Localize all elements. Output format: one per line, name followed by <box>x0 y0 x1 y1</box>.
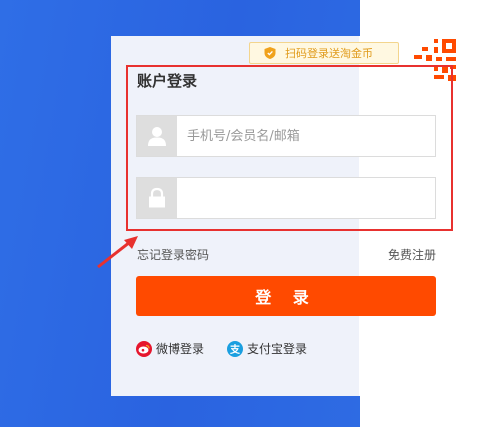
password-field[interactable] <box>136 177 436 219</box>
lock-icon <box>137 178 177 218</box>
qr-code-toggle-icon[interactable] <box>412 37 458 83</box>
alipay-login-link[interactable]: 支 支付宝登录 <box>227 340 307 357</box>
forgot-password-link[interactable]: 忘记登录密码 <box>137 246 209 263</box>
weibo-login-link[interactable]: 微博登录 <box>136 340 204 357</box>
weibo-icon <box>136 340 152 357</box>
annotation-arrow-icon <box>97 236 138 269</box>
login-title: 账户登录 <box>137 72 198 90</box>
username-input[interactable] <box>177 117 435 155</box>
shield-icon <box>264 47 276 59</box>
free-register-link[interactable]: 免费注册 <box>388 246 436 263</box>
password-input[interactable] <box>177 179 435 217</box>
alipay-login-label: 支付宝登录 <box>247 342 308 356</box>
alipay-icon: 支 <box>227 340 243 357</box>
qr-login-promo-tooltip[interactable]: 扫码登录送淘金币 <box>249 42 399 64</box>
weibo-login-label: 微博登录 <box>156 342 205 356</box>
login-button[interactable]: 登 录 <box>136 276 436 316</box>
username-field[interactable] <box>136 115 436 157</box>
promo-text: 扫码登录送淘金币 <box>285 47 373 60</box>
user-icon <box>137 116 177 156</box>
